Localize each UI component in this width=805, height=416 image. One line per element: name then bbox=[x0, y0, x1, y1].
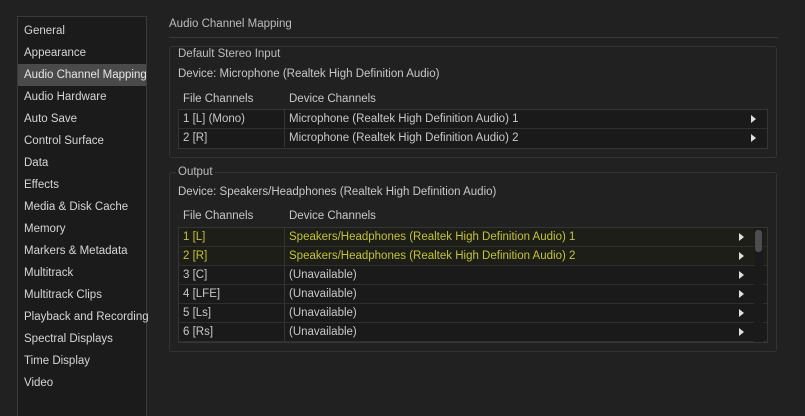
sidebar-item-time-display[interactable]: Time Display bbox=[18, 350, 146, 372]
page-title: Audio Channel Mapping bbox=[169, 18, 292, 30]
output-channel-row[interactable]: 6 [Rs] (Unavailable) bbox=[179, 323, 767, 342]
sidebar-item-audio-hardware[interactable]: Audio Hardware bbox=[18, 86, 146, 108]
chevron-right-icon[interactable] bbox=[739, 271, 744, 279]
device-channel-cell[interactable]: (Unavailable) bbox=[289, 323, 357, 341]
chevron-right-icon[interactable] bbox=[739, 252, 744, 260]
sidebar-item-auto-save[interactable]: Auto Save bbox=[18, 108, 146, 130]
output-device-label: Device: Speakers/Headphones (Realtek Hig… bbox=[178, 186, 497, 198]
sidebar-item-spectral-displays[interactable]: Spectral Displays bbox=[18, 328, 146, 350]
file-channel-cell: 1 [L] (Mono) bbox=[183, 113, 245, 125]
sidebar-item-memory[interactable]: Memory bbox=[18, 218, 146, 240]
output-section-label: Output bbox=[176, 166, 215, 178]
device-channel-cell[interactable]: Microphone (Realtek High Definition Audi… bbox=[289, 129, 518, 147]
sidebar-item-appearance[interactable]: Appearance bbox=[18, 42, 146, 64]
chevron-right-icon[interactable] bbox=[739, 328, 744, 336]
file-channel-cell: 3 [C] bbox=[183, 269, 208, 281]
output-device-channels-header: Device Channels bbox=[289, 210, 376, 222]
output-file-channels-header: File Channels bbox=[183, 210, 254, 222]
sidebar-item-control-surface[interactable]: Control Surface bbox=[18, 130, 146, 152]
device-channel-cell[interactable]: Speakers/Headphones (Realtek High Defini… bbox=[289, 247, 575, 265]
chevron-right-icon[interactable] bbox=[739, 233, 744, 241]
file-channel-cell: 4 [LFE] bbox=[183, 288, 221, 300]
input-device-label: Device: Microphone (Realtek High Definit… bbox=[178, 68, 440, 80]
sidebar-item-markers-metadata[interactable]: Markers & Metadata bbox=[18, 240, 146, 262]
chevron-right-icon[interactable] bbox=[751, 134, 756, 142]
output-table-scrollbar[interactable] bbox=[754, 228, 763, 342]
chevron-right-icon[interactable] bbox=[739, 290, 744, 298]
device-channel-cell[interactable]: Microphone (Realtek High Definition Audi… bbox=[289, 110, 518, 128]
sidebar-item-video[interactable]: Video bbox=[18, 372, 146, 394]
output-channel-row[interactable]: 3 [C] (Unavailable) bbox=[179, 266, 767, 285]
file-channel-cell: 2 [R] bbox=[183, 132, 208, 144]
sidebar-item-general[interactable]: General bbox=[18, 20, 146, 42]
sidebar-item-multitrack-clips[interactable]: Multitrack Clips bbox=[18, 284, 146, 306]
device-channel-cell[interactable]: (Unavailable) bbox=[289, 285, 357, 303]
input-section-label: Default Stereo Input bbox=[176, 48, 283, 60]
sidebar-item-effects[interactable]: Effects bbox=[18, 174, 146, 196]
file-channel-cell: 1 [L] bbox=[183, 231, 206, 243]
scrollbar-thumb[interactable] bbox=[755, 230, 762, 252]
column-divider bbox=[284, 266, 285, 284]
column-divider bbox=[284, 285, 285, 303]
sidebar-item-playback-and-recording[interactable]: Playback and Recording bbox=[18, 306, 149, 328]
column-divider bbox=[284, 110, 285, 128]
input-channel-row[interactable]: 2 [R] Microphone (Realtek High Definition… bbox=[179, 129, 767, 148]
input-channel-row[interactable]: 1 [L] (Mono) Microphone (Realtek High Def… bbox=[179, 110, 767, 129]
output-channel-row[interactable]: 4 [LFE] (Unavailable) bbox=[179, 285, 767, 304]
title-divider bbox=[169, 37, 778, 38]
column-divider bbox=[284, 323, 285, 341]
sidebar-item-data[interactable]: Data bbox=[18, 152, 146, 174]
output-channel-row[interactable]: 5 [Ls] (Unavailable) bbox=[179, 304, 767, 323]
preferences-sidebar: General Appearance Audio Channel Mapping Au… bbox=[17, 16, 149, 416]
input-device-channels-header: Device Channels bbox=[289, 93, 376, 105]
column-divider bbox=[284, 304, 285, 322]
chevron-right-icon[interactable] bbox=[739, 309, 744, 317]
sidebar-item-multitrack[interactable]: Multitrack bbox=[18, 262, 146, 284]
input-channel-table: 1 [L] (Mono) Microphone (Realtek High Def… bbox=[178, 109, 768, 149]
device-channel-cell[interactable]: Speakers/Headphones (Realtek High Defini… bbox=[289, 228, 575, 246]
file-channel-cell: 2 [R] bbox=[183, 250, 208, 262]
device-channel-cell[interactable]: (Unavailable) bbox=[289, 304, 357, 322]
column-divider bbox=[284, 228, 285, 246]
output-channel-row[interactable]: 2 [R] Speakers/Headphones (Realtek High D… bbox=[179, 247, 767, 266]
column-divider bbox=[284, 129, 285, 147]
device-channel-cell[interactable]: (Unavailable) bbox=[289, 266, 357, 284]
file-channel-cell: 6 [Rs] bbox=[183, 326, 214, 338]
sidebar-item-media-disk-cache[interactable]: Media & Disk Cache bbox=[18, 196, 146, 218]
file-channel-cell: 5 [Ls] bbox=[183, 307, 212, 319]
column-divider bbox=[284, 247, 285, 265]
output-channel-row[interactable]: 1 [L] Speakers/Headphones (Realtek High D… bbox=[179, 228, 767, 247]
input-file-channels-header: File Channels bbox=[183, 93, 254, 105]
sidebar-item-audio-channel-mapping[interactable]: Audio Channel Mapping bbox=[18, 64, 147, 86]
output-channel-table: 1 [L] Speakers/Headphones (Realtek High D… bbox=[178, 227, 768, 343]
chevron-right-icon[interactable] bbox=[751, 115, 756, 123]
